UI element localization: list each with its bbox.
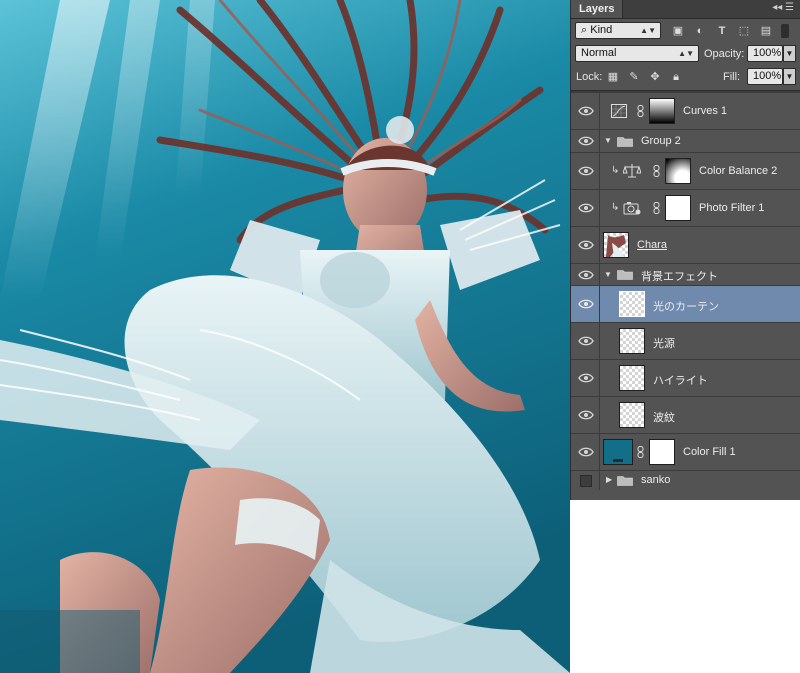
- filter-kind-value: Kind: [590, 24, 613, 36]
- layer-name: Group 2: [641, 135, 681, 147]
- eye-icon[interactable]: [578, 446, 594, 458]
- layers-panel: Layers ◂◂ ☰ ⌕ Kind ▲▼ ▣ ◐ T ⬚ ▤ Normal ▲…: [570, 0, 800, 500]
- layer-mask-thumbnail: [649, 98, 675, 124]
- layer-photo-filter-1[interactable]: ↳ Photo Filter 1: [571, 190, 800, 227]
- photo-filter-icon: [623, 202, 641, 215]
- eye-icon[interactable]: [578, 165, 594, 177]
- layer-list: Curves 1 ▼ Group 2 ↳ Color Balance 2 ↳ P…: [571, 93, 800, 490]
- eye-icon[interactable]: [578, 335, 594, 347]
- fill-input[interactable]: 100%: [747, 68, 783, 85]
- curves-adjustment-icon: [611, 104, 627, 118]
- layer-color-fill-1[interactable]: Color Fill 1: [571, 434, 800, 471]
- lock-transparent-icon[interactable]: ▦: [606, 70, 620, 84]
- chain-link-icon[interactable]: [653, 202, 660, 214]
- opacity-label: Opacity:: [704, 48, 745, 60]
- layer-mask-thumbnail: [665, 195, 691, 221]
- chain-link-icon[interactable]: [637, 105, 644, 117]
- filter-toggle-icon[interactable]: [781, 24, 789, 38]
- folder-icon: [617, 476, 633, 486]
- fill-label: Fill:: [723, 71, 741, 83]
- artwork-image: [0, 0, 570, 673]
- clipping-arrow-icon: ↳: [611, 202, 620, 213]
- layer-name: Color Fill 1: [683, 446, 736, 458]
- clipping-arrow-icon: ↳: [611, 165, 620, 176]
- layer-name: 光のカーテン: [653, 301, 719, 313]
- layer-mask-thumbnail: [665, 158, 691, 184]
- layer-name: ハイライト: [653, 375, 708, 387]
- layer-name: 光源: [653, 338, 675, 350]
- eye-icon[interactable]: [578, 372, 594, 384]
- eye-icon[interactable]: [578, 239, 594, 251]
- chevron-updown-icon: ▲▼: [640, 26, 656, 35]
- filter-kind-select[interactable]: ⌕ Kind ▲▼: [575, 22, 661, 39]
- fill-swatch-icon: [613, 459, 623, 462]
- layer-thumbnail: [603, 232, 629, 258]
- layer-thumbnail: [619, 402, 645, 428]
- chain-link-icon[interactable]: [653, 165, 660, 177]
- lock-all-icon[interactable]: 🔒︎: [669, 70, 683, 84]
- eye-icon[interactable]: [578, 135, 594, 147]
- folder-icon: [617, 270, 633, 280]
- lock-row: Lock: ▦ ✎ ✥ 🔒︎ Fill: 100% ▼: [571, 65, 800, 90]
- layer-color-balance-2[interactable]: ↳ Color Balance 2: [571, 153, 800, 190]
- layer-thumbnail: [619, 291, 645, 317]
- visibility-off-box[interactable]: [580, 475, 592, 487]
- blend-mode-value: Normal: [581, 47, 617, 59]
- eye-icon[interactable]: [578, 298, 594, 310]
- eye-icon[interactable]: [578, 105, 594, 117]
- disclosure-collapsed-icon[interactable]: ▶: [606, 475, 612, 484]
- layer-name: Color Balance 2: [699, 165, 778, 177]
- smart-object-filter-icon[interactable]: ▤: [759, 24, 773, 38]
- layer-light-curtain[interactable]: 光のカーテン: [571, 286, 800, 323]
- layer-chara[interactable]: Chara: [571, 227, 800, 264]
- lock-label: Lock:: [576, 71, 603, 83]
- search-icon: ⌕: [581, 24, 588, 36]
- chain-link-icon[interactable]: [637, 446, 644, 458]
- folder-icon: [617, 137, 633, 147]
- document-canvas[interactable]: [0, 0, 570, 673]
- fill-dropdown-icon[interactable]: ▼: [783, 68, 796, 85]
- layer-name: Chara: [637, 239, 667, 251]
- layer-thumbnail: [619, 328, 645, 354]
- disclosure-expanded-icon[interactable]: ▼: [604, 136, 612, 145]
- opacity-dropdown-icon[interactable]: ▼: [783, 45, 796, 62]
- layer-group-sanko[interactable]: ▶ sanko: [571, 471, 800, 490]
- lock-brush-icon[interactable]: ✎: [627, 70, 641, 84]
- chevron-updown-icon: ▲▼: [678, 49, 694, 58]
- layer-group-2[interactable]: ▼ Group 2: [571, 130, 800, 153]
- disclosure-expanded-icon[interactable]: ▼: [604, 270, 612, 279]
- layer-group-background-effects[interactable]: ▼ 背景エフェクト: [571, 264, 800, 286]
- tab-layers[interactable]: Layers: [571, 0, 624, 18]
- adjustment-filter-icon[interactable]: ◐: [693, 24, 707, 38]
- panel-menu-icon[interactable]: ◂◂ ☰: [772, 2, 794, 13]
- layer-name: Photo Filter 1: [699, 202, 765, 214]
- layer-light-source[interactable]: 光源: [571, 323, 800, 360]
- shape-filter-icon[interactable]: ⬚: [737, 24, 751, 38]
- eye-icon[interactable]: [578, 409, 594, 421]
- layer-highlight[interactable]: ハイライト: [571, 360, 800, 397]
- type-filter-icon[interactable]: T: [715, 24, 729, 38]
- lock-position-icon[interactable]: ✥: [648, 70, 662, 84]
- opacity-input[interactable]: 100%: [747, 45, 783, 62]
- layer-mask-thumbnail: [649, 439, 675, 465]
- color-balance-icon: [623, 164, 641, 178]
- layer-ripples[interactable]: 波紋: [571, 397, 800, 434]
- layer-name: sanko: [641, 474, 671, 486]
- eye-icon[interactable]: [578, 269, 594, 281]
- pixel-filter-icon[interactable]: ▣: [671, 24, 685, 38]
- layer-name: 背景エフェクト: [641, 271, 718, 283]
- filter-row: ⌕ Kind ▲▼ ▣ ◐ T ⬚ ▤: [571, 19, 800, 42]
- eye-icon[interactable]: [578, 202, 594, 214]
- panel-tab-bar: Layers ◂◂ ☰: [571, 0, 800, 19]
- blend-row: Normal ▲▼ Opacity: 100% ▼: [571, 42, 800, 65]
- fill-color-thumbnail[interactable]: [603, 439, 633, 465]
- layer-name: Curves 1: [683, 105, 728, 117]
- blend-mode-select[interactable]: Normal ▲▼: [575, 45, 699, 62]
- layer-thumbnail: [619, 365, 645, 391]
- layer-curves-1[interactable]: Curves 1: [571, 93, 800, 130]
- layer-name: 波紋: [653, 412, 675, 424]
